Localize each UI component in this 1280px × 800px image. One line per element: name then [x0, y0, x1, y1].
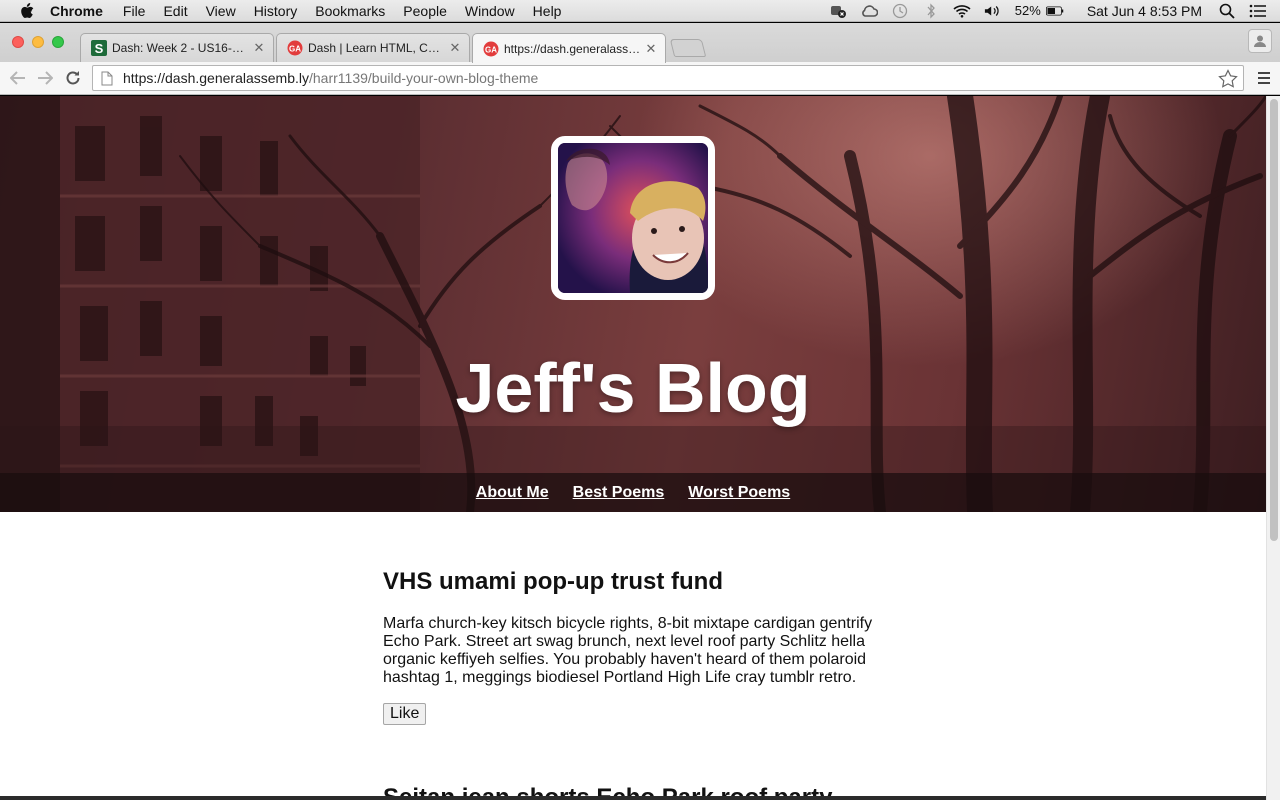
- svg-text:S: S: [95, 41, 104, 56]
- menu-history[interactable]: History: [254, 3, 298, 19]
- ga-icon: GA: [287, 40, 303, 56]
- browser-toolbar: https://dash.generalassemb.ly/harr1139/b…: [0, 62, 1280, 95]
- blog-nav: About Me Best Poems Worst Poems: [0, 473, 1266, 512]
- battery-icon[interactable]: [1045, 3, 1064, 19]
- time-machine-icon[interactable]: [891, 3, 909, 19]
- menu-window[interactable]: Window: [465, 3, 515, 19]
- menu-edit[interactable]: Edit: [163, 3, 187, 19]
- forward-icon[interactable]: [35, 68, 55, 88]
- page-viewport: Jeff's Blog About Me Best Poems Worst Po…: [0, 96, 1266, 800]
- tab-title: Dash: Week 2 - US16-MI-S: [112, 41, 249, 55]
- profile-icon[interactable]: [1248, 29, 1272, 53]
- nav-worst-poems[interactable]: Worst Poems: [688, 484, 790, 502]
- bluetooth-icon[interactable]: [922, 2, 940, 19]
- minimize-window-button[interactable]: [32, 36, 44, 48]
- nav-about-me[interactable]: About Me: [476, 484, 549, 502]
- like-button[interactable]: Like: [383, 703, 427, 725]
- menu-bookmarks[interactable]: Bookmarks: [315, 3, 385, 19]
- apple-menu-icon[interactable]: [20, 2, 34, 19]
- menu-people[interactable]: People: [403, 3, 447, 19]
- tab-title: Dash | Learn HTML, CSS, J: [308, 41, 445, 55]
- tab-close-icon[interactable]: ✕: [645, 41, 657, 57]
- scrollbar-thumb[interactable]: [1270, 99, 1278, 541]
- app-status-icon[interactable]: [829, 3, 847, 19]
- nav-best-poems[interactable]: Best Poems: [573, 484, 665, 502]
- footer-background-strip: [0, 796, 1266, 800]
- tab-close-icon[interactable]: ✕: [449, 40, 461, 56]
- chrome-menu-icon[interactable]: [1256, 68, 1272, 88]
- menu-help[interactable]: Help: [533, 3, 562, 19]
- address-bar[interactable]: https://dash.generalassemb.ly/harr1139/b…: [92, 65, 1244, 91]
- macos-menu-bar: Chrome File Edit View History Bookmarks …: [0, 0, 1280, 22]
- tab-active-blog[interactable]: GA https://dash.generalassem ✕: [472, 33, 666, 63]
- close-window-button[interactable]: [12, 36, 24, 48]
- ga-icon: GA: [483, 41, 499, 57]
- tab-dash-learn[interactable]: GA Dash | Learn HTML, CSS, J ✕: [276, 33, 470, 62]
- tab-title: https://dash.generalassem: [504, 41, 641, 56]
- notification-center-icon[interactable]: [1249, 3, 1267, 19]
- blog-title: Jeff's Blog: [455, 349, 811, 427]
- tab-dash-week2[interactable]: S Dash: Week 2 - US16-MI-S ✕: [80, 33, 274, 62]
- profile-avatar: [551, 136, 715, 300]
- creative-cloud-icon[interactable]: [860, 3, 878, 19]
- page-icon: [101, 70, 115, 86]
- menu-chrome[interactable]: Chrome: [50, 3, 103, 19]
- blog-header: Jeff's Blog About Me Best Poems Worst Po…: [0, 96, 1266, 512]
- svg-text:GA: GA: [289, 45, 301, 54]
- svg-text:GA: GA: [485, 45, 497, 54]
- wifi-icon[interactable]: [953, 3, 971, 19]
- dash-s-icon: S: [91, 40, 107, 56]
- post-title: VHS umami pop-up trust fund: [383, 568, 723, 595]
- post-body: Marfa church-key kitsch bicycle rights, …: [383, 615, 873, 686]
- menu-file[interactable]: File: [123, 3, 146, 19]
- page-scrollbar[interactable]: [1266, 96, 1280, 800]
- volume-icon[interactable]: [984, 3, 1002, 19]
- tab-close-icon[interactable]: ✕: [253, 40, 265, 56]
- status-area: 52% Sat Jun 4 8:53 PM: [829, 0, 1280, 22]
- menubar-clock[interactable]: Sat Jun 4 8:53 PM: [1087, 3, 1202, 19]
- reload-icon[interactable]: [63, 68, 83, 88]
- battery-percent: 52%: [1014, 3, 1041, 18]
- url-path: /harr1139/build-your-own-blog-theme: [309, 70, 539, 86]
- back-icon[interactable]: [8, 68, 28, 88]
- blog-post: VHS umami pop-up trust fund Marfa church…: [383, 568, 883, 725]
- spotlight-icon[interactable]: [1218, 3, 1236, 19]
- tab-strip: S Dash: Week 2 - US16-MI-S ✕ GA Dash | L…: [0, 23, 1280, 63]
- new-tab-button[interactable]: [669, 39, 707, 57]
- bookmark-star-icon[interactable]: [1217, 67, 1239, 89]
- url-origin: https://dash.generalassemb.ly: [123, 70, 309, 86]
- avatar-photo: [558, 143, 708, 293]
- zoom-window-button[interactable]: [52, 36, 64, 48]
- menu-view[interactable]: View: [206, 3, 236, 19]
